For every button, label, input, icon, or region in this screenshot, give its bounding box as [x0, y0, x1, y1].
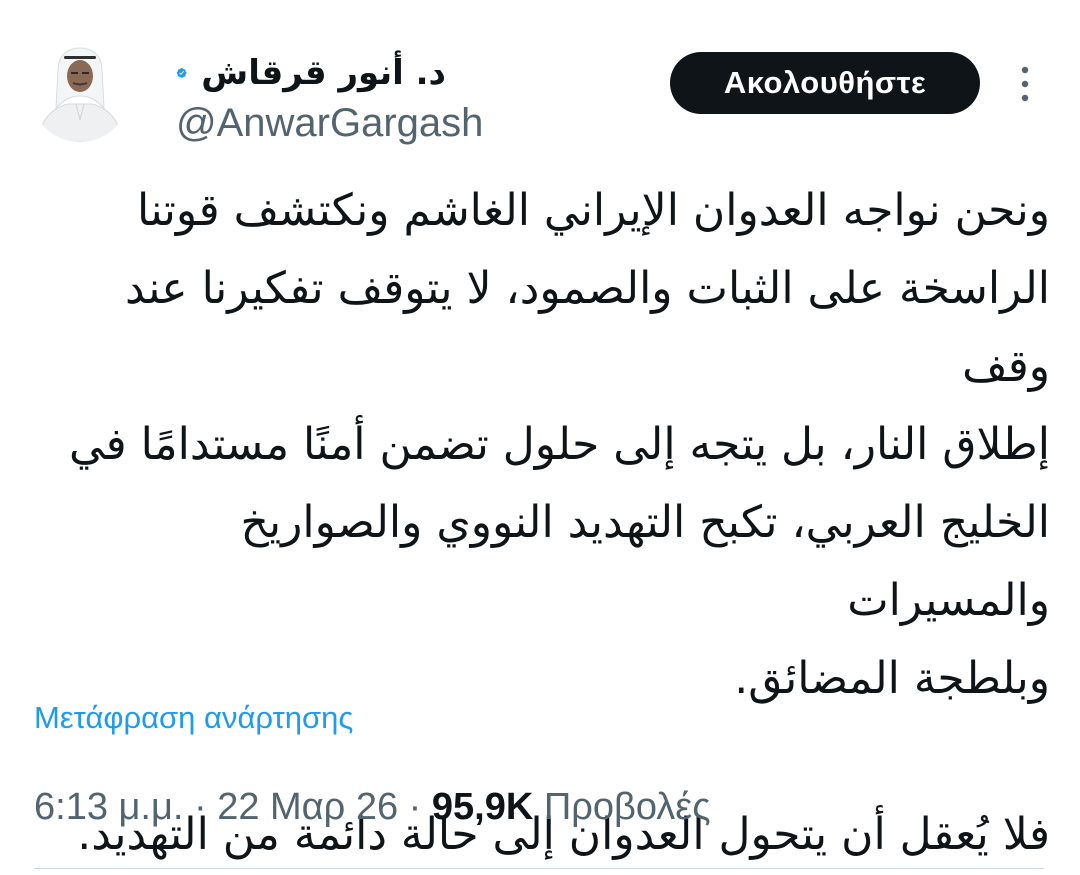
tweet-time[interactable]: 6:13 μ.μ. [34, 786, 183, 828]
verified-badge-icon [176, 68, 187, 78]
tweet-paragraph: ونحن نواجه العدوان الإيراني الغاشم ونكتش… [68, 185, 1050, 704]
avatar[interactable] [30, 42, 130, 142]
name-row: د. أنور قرقاش [176, 48, 506, 98]
views-count: 95,9K [431, 786, 534, 828]
author-handle[interactable]: @AnwarGargash [176, 98, 506, 148]
tweet: د. أنور قرقاش @AnwarGargash Ακολουθήστε … [0, 0, 1080, 875]
follow-button[interactable]: Ακολουθήστε [670, 52, 980, 114]
tweet-text: ونحن نواجه العدوان الإيراني الغاشم ونكتش… [30, 172, 1050, 874]
tweet-date[interactable]: 22 Μαρ 26 [217, 786, 398, 828]
avatar-image [30, 42, 130, 142]
divider [34, 868, 1044, 869]
meta-separator: · [193, 786, 207, 828]
author-info[interactable]: د. أنور قرقاش @AnwarGargash [176, 48, 506, 148]
meta-separator: · [408, 786, 422, 828]
author-display-name[interactable]: د. أنور قرقاش [201, 53, 446, 93]
translate-post-link[interactable]: Μετάφραση ανάρτησης [34, 700, 353, 736]
more-vertical-icon[interactable] [1012, 64, 1038, 104]
tweet-meta: 6:13 μ.μ. · 22 Μαρ 26 · 95,9K Προβολές [34, 786, 711, 829]
views-label: Προβολές [543, 786, 711, 828]
